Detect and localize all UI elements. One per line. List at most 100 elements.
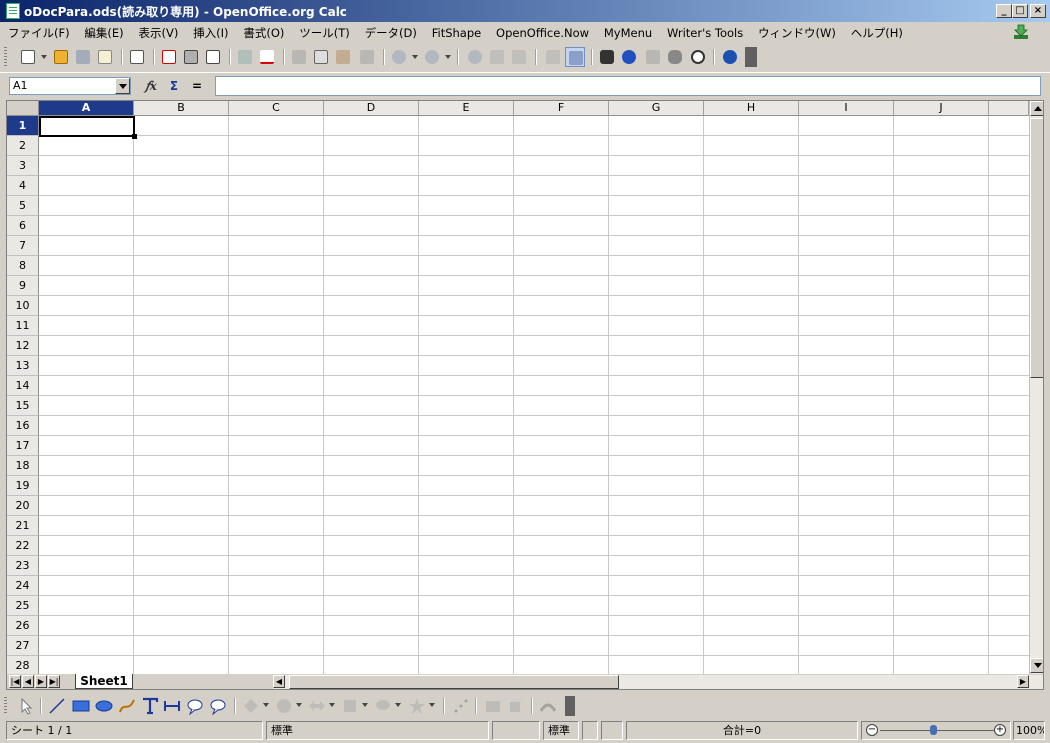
basic-shapes-dropdown-arrow[interactable] xyxy=(263,703,269,707)
menu-edit[interactable]: 編集(E) xyxy=(84,25,123,41)
callouts-icon[interactable] xyxy=(374,697,392,715)
select-arrow-icon[interactable] xyxy=(18,697,36,715)
row-header-25[interactable]: 25 xyxy=(7,596,39,616)
redo-icon[interactable] xyxy=(422,47,442,67)
toolbar-overflow-chevron[interactable] xyxy=(745,47,757,67)
chart-icon[interactable] xyxy=(543,47,563,67)
ellipse-icon[interactable] xyxy=(95,697,113,715)
row-header-16[interactable]: 16 xyxy=(7,416,39,436)
help-icon[interactable] xyxy=(720,47,740,67)
column-header-i[interactable]: I xyxy=(799,101,894,116)
print-icon[interactable] xyxy=(181,47,201,67)
export-pdf-icon[interactable] xyxy=(159,47,179,67)
stars-icon[interactable] xyxy=(408,697,426,715)
line-icon[interactable] xyxy=(48,697,66,715)
row-header-10[interactable]: 10 xyxy=(7,296,39,316)
row-header-9[interactable]: 9 xyxy=(7,276,39,296)
open-folder-icon[interactable] xyxy=(51,47,71,67)
active-cell-a1[interactable] xyxy=(39,116,137,139)
menu-format[interactable]: 書式(O) xyxy=(243,25,284,41)
symbol-shapes-dropdown-arrow[interactable] xyxy=(296,703,302,707)
row-header-1[interactable]: 1 xyxy=(7,116,39,136)
row-header-17[interactable]: 17 xyxy=(7,436,39,456)
menu-openoffice-now[interactable]: OpenOffice.Now xyxy=(496,26,589,40)
close-button[interactable]: × xyxy=(1030,4,1046,18)
column-header-e[interactable]: E xyxy=(419,101,514,116)
column-header-c[interactable]: C xyxy=(229,101,324,116)
find-replace-icon[interactable] xyxy=(597,47,617,67)
row-header-13[interactable]: 13 xyxy=(7,356,39,376)
row-header-26[interactable]: 26 xyxy=(7,616,39,636)
flowchart-icon[interactable] xyxy=(341,697,359,715)
function-wizard-button[interactable]: 𝑓x xyxy=(140,76,162,96)
callouts-dropdown-arrow[interactable] xyxy=(395,703,401,707)
maximize-button[interactable]: □ xyxy=(1012,4,1028,18)
row-header-8[interactable]: 8 xyxy=(7,256,39,276)
menu-tools[interactable]: ツール(T) xyxy=(299,25,350,41)
column-header-g[interactable]: G xyxy=(609,101,704,116)
menu-writers-tools[interactable]: Writer's Tools xyxy=(667,26,743,40)
scroll-up-button[interactable] xyxy=(1030,101,1043,116)
row-header-5[interactable]: 5 xyxy=(7,196,39,216)
toolbar-grip[interactable] xyxy=(4,697,7,715)
first-sheet-button[interactable]: |◀ xyxy=(9,675,21,688)
new-document-icon[interactable] xyxy=(18,47,38,67)
vertical-scrollbar[interactable] xyxy=(1029,101,1043,674)
scroll-down-button[interactable] xyxy=(1030,658,1043,673)
draw-functions-icon[interactable] xyxy=(565,47,585,67)
row-header-23[interactable]: 23 xyxy=(7,556,39,576)
sum-button[interactable]: Σ xyxy=(163,76,185,96)
zoom-track[interactable] xyxy=(880,730,995,731)
column-header-b[interactable]: B xyxy=(134,101,229,116)
zoom-in-icon[interactable]: + xyxy=(994,724,1006,736)
text-icon[interactable] xyxy=(141,697,159,715)
row-header-19[interactable]: 19 xyxy=(7,476,39,496)
block-arrows-dropdown-arrow[interactable] xyxy=(329,703,335,707)
scroll-left-button[interactable]: ◀ xyxy=(273,675,285,688)
hyperlink-icon[interactable] xyxy=(465,47,485,67)
name-box-dropdown-icon[interactable] xyxy=(115,78,130,94)
callout-icon[interactable] xyxy=(186,697,204,715)
sort-descending-icon[interactable] xyxy=(509,47,529,67)
menu-file[interactable]: ファイル(F) xyxy=(8,25,70,41)
row-header-6[interactable]: 6 xyxy=(7,216,39,236)
select-all-corner[interactable] xyxy=(7,101,39,116)
vertical-scroll-thumb[interactable] xyxy=(1030,118,1043,378)
update-download-icon[interactable] xyxy=(1012,24,1030,40)
row-header-14[interactable]: 14 xyxy=(7,376,39,396)
column-header-f[interactable]: F xyxy=(514,101,609,116)
cut-icon[interactable] xyxy=(289,47,309,67)
menu-data[interactable]: データ(D) xyxy=(365,25,417,41)
vertical-callout-icon[interactable] xyxy=(209,697,227,715)
redo-dropdown-arrow[interactable] xyxy=(445,55,451,59)
sort-ascending-icon[interactable] xyxy=(487,47,507,67)
menu-insert[interactable]: 挿入(I) xyxy=(193,25,228,41)
block-arrows-icon[interactable] xyxy=(308,697,326,715)
row-header-4[interactable]: 4 xyxy=(7,176,39,196)
page-preview-icon[interactable] xyxy=(203,47,223,67)
basic-shapes-icon[interactable] xyxy=(242,697,260,715)
zoom-out-icon[interactable]: − xyxy=(866,724,878,736)
from-file-icon[interactable] xyxy=(484,697,502,715)
row-header-15[interactable]: 15 xyxy=(7,396,39,416)
row-header-28[interactable]: 28 xyxy=(7,656,39,674)
rectangle-icon[interactable] xyxy=(72,697,90,715)
fit-text-icon[interactable] xyxy=(163,697,181,715)
undo-dropdown-arrow[interactable] xyxy=(412,55,418,59)
menu-help[interactable]: ヘルプ(H) xyxy=(851,25,903,41)
row-header-2[interactable]: 2 xyxy=(7,136,39,156)
auto-spellcheck-icon[interactable] xyxy=(257,47,277,67)
menu-mymenu[interactable]: MyMenu xyxy=(604,26,652,40)
row-header-11[interactable]: 11 xyxy=(7,316,39,336)
menu-view[interactable]: 表示(V) xyxy=(139,25,179,41)
extrusion-icon[interactable] xyxy=(507,697,525,715)
freeform-line-icon[interactable] xyxy=(118,697,136,715)
fontwork-gallery-icon[interactable] xyxy=(539,697,557,715)
cell-area[interactable] xyxy=(39,116,1029,674)
save-icon[interactable] xyxy=(73,47,93,67)
zoom-icon[interactable] xyxy=(688,47,708,67)
spellcheck-icon[interactable] xyxy=(235,47,255,67)
next-sheet-button[interactable]: ▶ xyxy=(35,675,47,688)
horizontal-scrollbar[interactable]: ◀ ▶ xyxy=(273,675,1043,689)
gallery-icon[interactable] xyxy=(643,47,663,67)
